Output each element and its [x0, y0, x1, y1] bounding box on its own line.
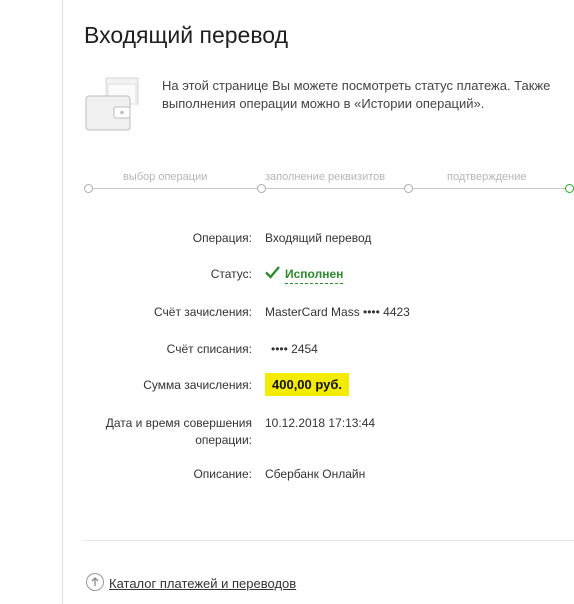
datetime-value: 10.12.2018 17:13:44 [265, 416, 376, 430]
datetime-label-line-1: Дата и время совершения [105, 416, 252, 430]
datetime-label-line-2: операции: [195, 433, 252, 447]
step-dot-1 [84, 184, 93, 193]
info-text: На этой странице Вы можете посмотреть ст… [162, 77, 574, 113]
page-divider [62, 0, 63, 604]
amount-value: 400,00 руб. [265, 373, 350, 396]
debit-account-value: •••• 2454 [271, 342, 318, 356]
catalog-link[interactable]: Каталог платежей и переводов [109, 576, 296, 591]
debit-account-label: Счёт списания: [166, 342, 252, 356]
step-dot-2 [257, 184, 266, 193]
info-line-1: На этой странице Вы можете посмотреть ст… [162, 78, 551, 93]
footer-divider [84, 540, 574, 541]
step-label-3: подтверждение [447, 171, 527, 183]
description-label: Описание: [193, 467, 252, 481]
back-arrow-icon[interactable] [86, 573, 104, 591]
operation-label: Операция: [192, 231, 252, 245]
step-dot-final [565, 184, 574, 193]
check-icon [265, 266, 280, 279]
step-label-2: заполнение реквизитов [265, 171, 386, 183]
status-label: Статус: [210, 267, 252, 281]
status-badge: Исполнен [285, 266, 344, 284]
step-dot-3 [404, 184, 413, 193]
datetime-label: Дата и время совершения операции: [106, 415, 252, 449]
page-title: Входящий перевод [84, 22, 288, 48]
credit-account-label: Счёт зачисления: [154, 305, 252, 319]
info-line-2: выполнения операции можно в «Истории опе… [162, 96, 485, 111]
wallet-icon [85, 77, 139, 131]
step-label-1: выбор операции [123, 171, 208, 183]
progress-line [88, 188, 570, 189]
credit-account-value: MasterCard Mass •••• 4423 [265, 305, 410, 319]
operation-value: Входящий перевод [265, 231, 372, 245]
amount-label: Сумма зачисления: [143, 378, 252, 392]
description-value: Сбербанк Онлайн [265, 467, 366, 481]
